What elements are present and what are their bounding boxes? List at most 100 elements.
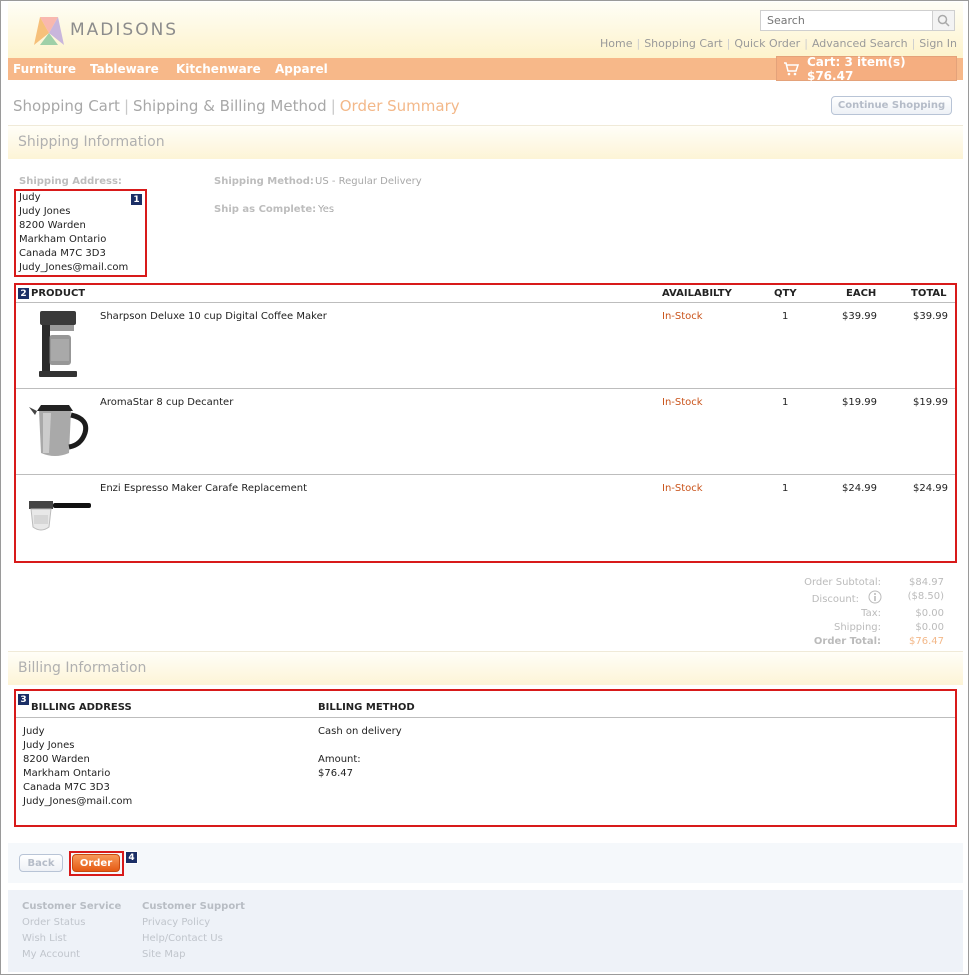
shipping-method-value: US - Regular Delivery (315, 176, 422, 187)
footer-link-wish-list[interactable]: Wish List (22, 931, 121, 947)
divider (16, 388, 955, 389)
cart-icon (783, 61, 799, 75)
billing-method: Cash on delivery Amount: $76.47 (318, 725, 402, 781)
footer-heading: Customer Service (22, 901, 122, 912)
each-price: $39.99 (842, 311, 877, 322)
step-shopping-cart[interactable]: Shopping Cart (13, 97, 120, 115)
separator: | (330, 97, 336, 115)
discount-label: Discount: (811, 594, 859, 605)
top-link-quick-order[interactable]: Quick Order (734, 37, 800, 50)
amount-label: Amount: (318, 754, 361, 765)
info-icon[interactable] (868, 590, 882, 604)
shipping-cost-value: $0.00 (915, 622, 944, 633)
separator: | (804, 37, 808, 50)
annotation-box-3 (14, 689, 957, 827)
annotation-badge-1: 1 (130, 193, 143, 206)
coffee-maker-image[interactable] (35, 309, 81, 379)
address-line: Canada M7C 3D3 (23, 782, 110, 793)
annotation-badge-2: 2 (17, 287, 30, 300)
col-header-availability: AVAILABILTY (662, 288, 732, 299)
tax-label: Tax: (861, 608, 881, 619)
each-price: $24.99 (842, 483, 877, 494)
top-links: Home | Shopping Cart | Quick Order | Advanced … (600, 37, 957, 50)
footer-customer-service: Customer Service Order Status Wish List … (22, 899, 121, 963)
col-header-qty: QTY (774, 288, 797, 299)
cart-summary: Cart: 3 item(s) $76.47 (806, 54, 906, 83)
order-total-label: Order Total: (813, 636, 881, 647)
address-line: 8200 Warden (23, 754, 90, 765)
amount-value: $76.47 (318, 768, 353, 779)
espresso-carafe-image[interactable] (25, 493, 93, 535)
divider (16, 474, 955, 475)
footer-link-site-map[interactable]: Site Map (142, 947, 245, 963)
product-name[interactable]: Enzi Espresso Maker Carafe Replacement (100, 483, 307, 494)
site-footer: Customer Service Order Status Wish List … (8, 890, 963, 972)
site-logo[interactable]: MADISONS (32, 12, 178, 48)
checkout-steps: Shopping Cart | Shipping & Billing Method |… (13, 97, 460, 115)
tax-value: $0.00 (915, 608, 944, 619)
top-link-shopping-cart[interactable]: Shopping Cart (644, 37, 722, 50)
discount-value: ($8.50) (907, 591, 944, 602)
shipping-address-label: Shipping Address: (19, 176, 122, 187)
qty-value: 1 (782, 311, 789, 322)
billing-section-title: Billing Information (8, 651, 963, 685)
nav-item-furniture[interactable]: Furniture (13, 62, 76, 76)
ship-complete-value: Yes (318, 204, 335, 215)
annotation-box-1 (14, 189, 147, 277)
order-button[interactable]: Order (72, 854, 120, 872)
address-line: Judy Jones (23, 740, 75, 751)
continue-shopping-button[interactable]: Continue Shopping (831, 96, 952, 115)
address-line: Judy (23, 726, 45, 737)
separator: | (911, 37, 916, 50)
order-total-value: $76.47 (909, 636, 944, 647)
subtotal-label: Order Subtotal: (804, 577, 881, 588)
top-link-sign-in[interactable]: Sign In (919, 37, 957, 50)
separator: | (636, 37, 641, 50)
address-line: Judy_Jones@mail.com (23, 796, 133, 807)
step-shipping-billing[interactable]: Shipping & Billing Method (133, 97, 327, 115)
availability-value: In-Stock (662, 311, 703, 322)
col-header-each: EACH (846, 288, 877, 299)
search-icon (937, 14, 950, 27)
top-link-advanced-search[interactable]: Advanced Search (812, 37, 908, 50)
total-price: $24.99 (913, 483, 948, 494)
footer-link-privacy-policy[interactable]: Privacy Policy (142, 915, 245, 931)
page-frame: MADISONS Home|Shopping Cart|Quick Order|… (0, 0, 969, 975)
product-name[interactable]: Sharpson Deluxe 10 cup Digital Coffee Ma… (100, 311, 327, 322)
footer-heading: Customer Support (142, 901, 245, 912)
footer-link-my-account[interactable]: My Account (22, 947, 121, 963)
cart-button[interactable]: Cart: 3 item(s) $76.47 (776, 54, 957, 83)
total-price: $39.99 (913, 311, 948, 322)
decanter-image[interactable] (27, 397, 91, 461)
category-nav: Furniture Tableware Kitchenware Apparel … (8, 54, 963, 83)
top-link-home[interactable]: Home (600, 37, 632, 50)
annotation-badge-3: 3 (17, 693, 30, 706)
step-order-summary: Order Summary (339, 97, 460, 115)
back-button[interactable]: Back (19, 854, 63, 872)
billing-method-header: BILLING METHOD (318, 702, 415, 713)
separator: | (726, 37, 731, 50)
search-button[interactable] (933, 10, 955, 31)
nav-item-apparel[interactable]: Apparel (275, 62, 328, 76)
logo-text: MADISONS (70, 20, 179, 40)
nav-item-tableware[interactable]: Tableware (90, 62, 159, 76)
nav-item-kitchenware[interactable]: Kitchenware (176, 62, 261, 76)
billing-method-value: Cash on delivery (318, 726, 402, 737)
each-price: $19.99 (842, 397, 877, 408)
logo-icon (34, 17, 64, 45)
footer-link-order-status[interactable]: Order Status (22, 915, 121, 931)
search-box (760, 10, 956, 31)
action-bar (8, 843, 963, 883)
shipping-section-title: Shipping Information (8, 125, 963, 159)
search-input[interactable] (760, 10, 933, 31)
billing-address-header: BILLING ADDRESS (31, 702, 132, 713)
shipping-cost-label: Shipping: (834, 622, 881, 633)
product-name[interactable]: AromaStar 8 cup Decanter (100, 397, 233, 408)
site-header: MADISONS Home|Shopping Cart|Quick Order|… (8, 2, 963, 58)
annotation-badge-4: 4 (125, 851, 138, 864)
qty-value: 1 (782, 397, 789, 408)
shipping-method-label: Shipping Method: (214, 176, 314, 187)
divider (16, 302, 955, 303)
separator: | (123, 97, 129, 115)
footer-link-help-contact[interactable]: Help/Contact Us (142, 931, 245, 947)
